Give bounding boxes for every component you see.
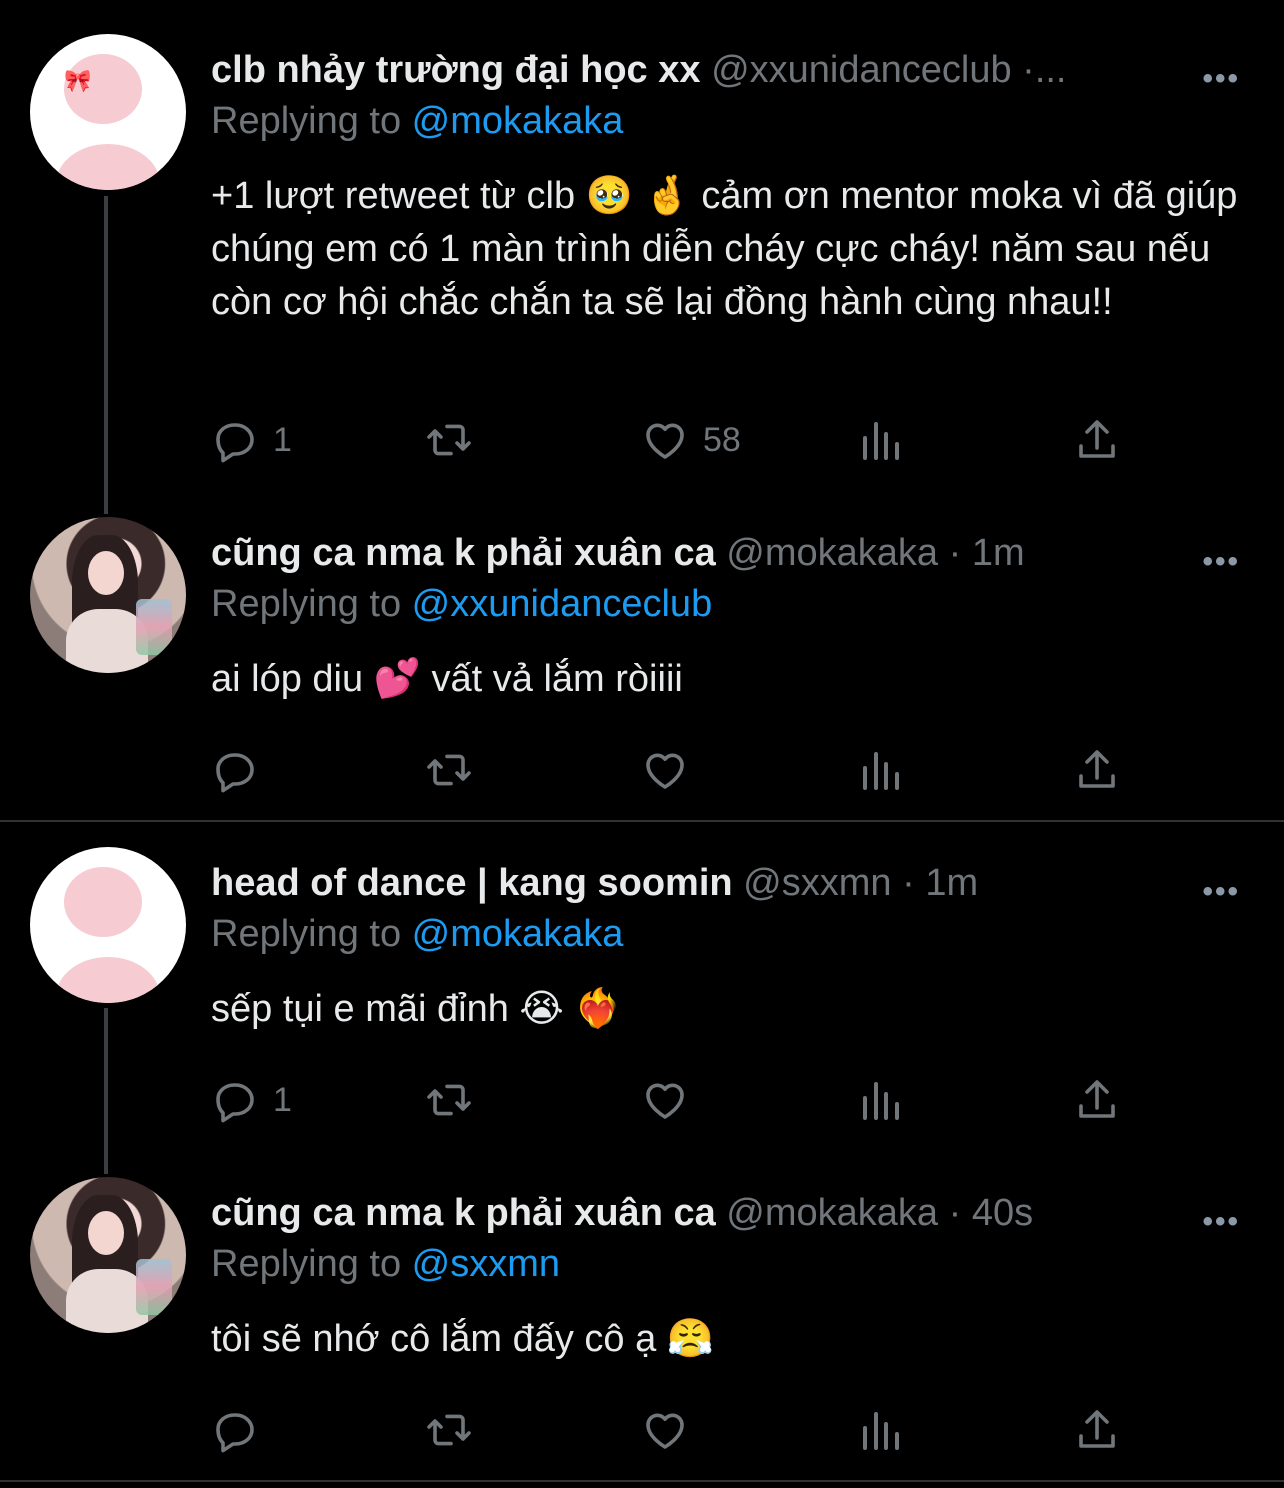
retweet-button[interactable] <box>425 746 473 794</box>
handle[interactable]: @sxxmn <box>743 862 891 904</box>
mention-link[interactable]: @mokakaka <box>412 913 624 955</box>
timestamp: · 1m <box>938 532 1025 574</box>
handle[interactable]: @mokakaka <box>726 1192 938 1234</box>
mention-link[interactable]: @sxxmn <box>412 1243 560 1285</box>
timestamp: · 1m <box>891 862 979 904</box>
thread-line <box>104 1008 108 1174</box>
retweet-button[interactable] <box>425 416 473 464</box>
share-button[interactable] <box>1073 1076 1121 1124</box>
tweet-actions <box>211 746 1121 796</box>
bow-icon: 🎀 <box>64 68 92 93</box>
more-icon[interactable]: ••• <box>1202 545 1240 579</box>
analytics-button[interactable] <box>857 746 905 794</box>
display-name[interactable]: cũng ca nma k phải xuân ca <box>211 532 716 574</box>
reply-icon <box>216 1083 254 1123</box>
thread-line <box>104 196 108 514</box>
handle[interactable]: @mokakaka <box>726 532 938 574</box>
like-count: 58 <box>703 420 741 459</box>
retweet-icon <box>427 754 471 786</box>
like-icon <box>646 1083 684 1119</box>
tweet-text: ai lóp diu 💕 vất vả lắm ròiiii <box>211 658 683 700</box>
reply-icon <box>216 423 254 463</box>
reply-button[interactable]: 1 <box>211 416 292 464</box>
replying-to: Replying to @xxunidanceclub <box>211 583 713 625</box>
share-button[interactable] <box>1073 746 1121 794</box>
analytics-icon <box>863 1412 899 1450</box>
retweet-button[interactable] <box>425 1406 473 1454</box>
analytics-icon <box>863 1082 899 1120</box>
analytics-icon <box>863 752 899 790</box>
avatar-xxunidanceclub[interactable]: 🎀 <box>30 34 186 190</box>
retweet-button[interactable] <box>425 1076 473 1124</box>
analytics-button[interactable] <box>857 416 905 464</box>
retweet-icon <box>427 1084 471 1116</box>
thread-divider <box>0 1480 1284 1482</box>
tweet-text: sếp tụi e mãi đỉnh 😭 ❤️‍🔥 <box>211 988 622 1030</box>
more-icon[interactable]: ••• <box>1202 62 1240 96</box>
like-icon <box>646 753 684 789</box>
reply-count: 1 <box>273 420 292 459</box>
display-name[interactable]: clb nhảy trường đại học xx <box>211 49 701 91</box>
tweet-actions: 1 <box>211 1076 1121 1126</box>
like-button[interactable] <box>641 1406 703 1454</box>
like-icon <box>646 1413 684 1449</box>
like-button[interactable]: 58 <box>641 416 741 464</box>
reply-button[interactable]: 1 <box>211 1076 292 1124</box>
mention-link[interactable]: @mokakaka <box>412 100 624 142</box>
share-icon <box>1079 1410 1115 1448</box>
display-name[interactable]: cũng ca nma k phải xuân ca <box>211 1192 716 1234</box>
timestamp: · 40s <box>938 1192 1034 1234</box>
tweet-actions <box>211 1406 1121 1456</box>
like-button[interactable] <box>641 1076 703 1124</box>
share-icon <box>1079 1080 1115 1118</box>
like-button[interactable] <box>641 746 703 794</box>
tweet-actions: 1 58 <box>211 416 1121 466</box>
avatar-sxxmn[interactable] <box>30 847 186 1003</box>
handle[interactable]: @xxunidanceclub <box>711 49 1012 91</box>
replying-to: Replying to @sxxmn <box>211 1243 561 1285</box>
reply-button[interactable] <box>211 746 273 794</box>
reply-icon <box>216 1413 254 1453</box>
retweet-icon <box>427 424 471 456</box>
timestamp: ·... <box>1011 49 1067 91</box>
reply-icon <box>216 753 254 793</box>
share-button[interactable] <box>1073 416 1121 464</box>
analytics-button[interactable] <box>857 1406 905 1454</box>
mention-link[interactable]: @xxunidanceclub <box>412 583 713 625</box>
analytics-button[interactable] <box>857 1076 905 1124</box>
share-icon <box>1079 750 1115 788</box>
analytics-icon <box>863 422 899 460</box>
reply-count: 1 <box>273 1080 292 1119</box>
replying-to: Replying to @mokakaka <box>211 100 624 142</box>
more-icon[interactable]: ••• <box>1202 1205 1240 1239</box>
share-icon <box>1079 420 1115 458</box>
thread-divider <box>0 820 1284 822</box>
retweet-icon <box>427 1414 471 1446</box>
replying-to: Replying to @mokakaka <box>211 913 624 955</box>
display-name[interactable]: head of dance | kang soomin <box>211 862 733 904</box>
like-icon <box>646 423 684 459</box>
tweet-text: tôi sẽ nhớ cô lắm đấy cô ạ 😤 <box>211 1318 715 1360</box>
tweet-text: +1 lượt retweet từ clb 🥹 🤞 cảm ơn mentor… <box>211 175 1238 323</box>
share-button[interactable] <box>1073 1406 1121 1454</box>
reply-button[interactable] <box>211 1406 273 1454</box>
avatar-mokakaka[interactable] <box>30 1177 186 1333</box>
more-icon[interactable]: ••• <box>1202 875 1240 909</box>
avatar-mokakaka[interactable] <box>30 517 186 673</box>
